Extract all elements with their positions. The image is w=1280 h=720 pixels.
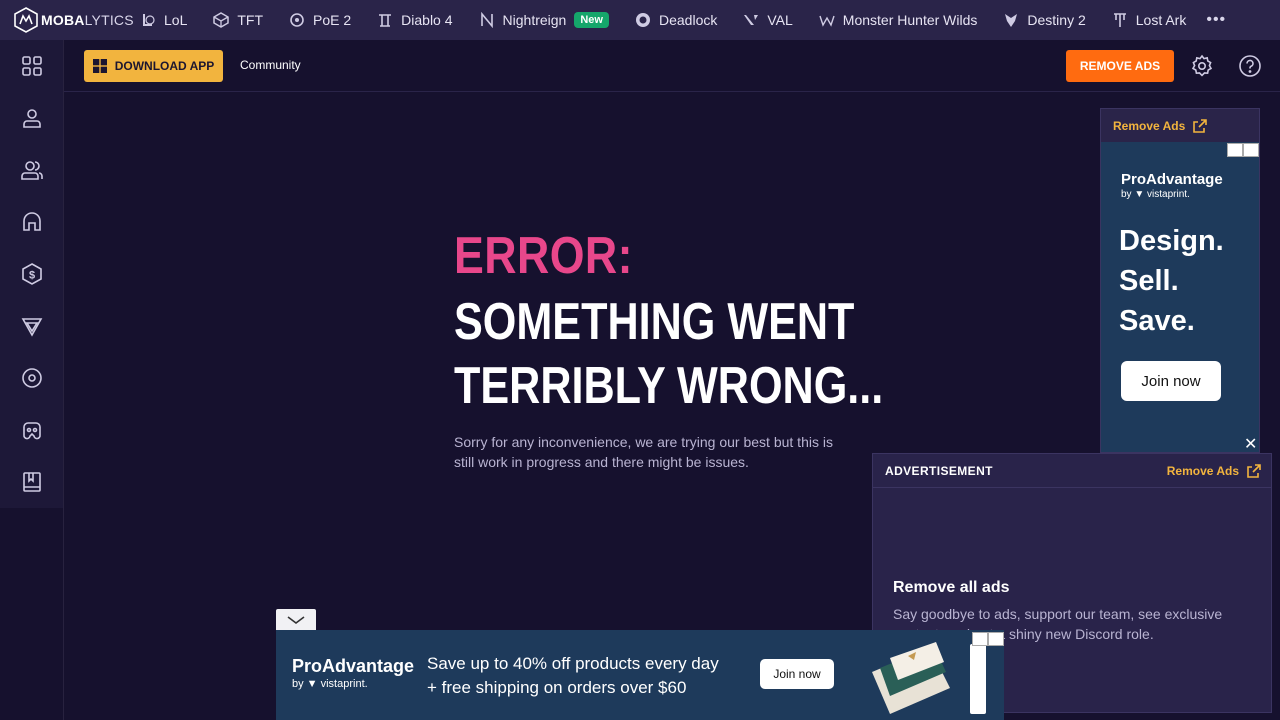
sidebar-premium[interactable]: $ <box>20 262 44 286</box>
helmet-icon <box>23 212 41 231</box>
external-link-icon <box>1193 118 1208 133</box>
tft-icon <box>213 12 230 28</box>
remove-ads-title: Remove all ads <box>893 579 1010 596</box>
sidebar-empty-area <box>0 508 63 720</box>
side-advertisement: Remove Ads ProAdvantage by ▼ vistaprint.… <box>1100 108 1260 453</box>
community-link[interactable]: Community <box>240 58 301 72</box>
grid-icon <box>22 56 42 76</box>
lol-icon <box>143 14 155 26</box>
sub-header: DOWNLOAD APP Community REMOVE ADS <box>64 40 1280 92</box>
adchoices-icon[interactable] <box>972 632 988 646</box>
panel-remove-ads-link[interactable]: Remove Ads <box>1167 464 1261 478</box>
error-heading: ERROR: <box>454 227 633 285</box>
left-sidebar: $ <box>0 40 64 720</box>
user-icon <box>23 109 41 128</box>
destiny-icon <box>1005 14 1018 27</box>
collapse-banner-button[interactable] <box>276 609 316 631</box>
ad-options-icon[interactable] <box>1243 143 1259 157</box>
nav-game-lol[interactable]: LoL <box>140 0 187 40</box>
svg-text:$: $ <box>29 270 35 282</box>
tier-icon <box>21 318 43 337</box>
product-cards-image <box>872 642 950 714</box>
advertisement-label: ADVERTISEMENT <box>885 463 993 478</box>
nav-game-destiny2[interactable]: Destiny 2 <box>1003 0 1086 40</box>
nav-game-poe2[interactable]: PoE 2 <box>289 0 351 40</box>
bottom-banner-ad: ProAdvantage by ▼ vistaprint. Save up to… <box>276 630 1004 720</box>
banner-brand: ProAdvantage <box>292 656 415 676</box>
help-icon[interactable] <box>1238 54 1262 78</box>
more-games-button[interactable]: ••• <box>1206 11 1226 29</box>
new-badge: New <box>574 12 609 28</box>
banner-join-button[interactable]: Join now <box>760 659 834 689</box>
download-app-button[interactable]: DOWNLOAD APP <box>84 50 223 82</box>
dollar-shield-icon: $ <box>22 263 42 285</box>
sidebar-media[interactable] <box>20 366 44 390</box>
side-ad-by: by ▼ vistaprint. <box>1121 189 1190 200</box>
side-ad-remove-link[interactable]: Remove Ads <box>1101 109 1259 142</box>
banner-headline: Save up to 40% off products every day + … <box>427 654 719 697</box>
deadlock-icon <box>635 13 650 27</box>
banner-by: by ▼ vistaprint. <box>292 678 368 690</box>
logo-text: MOBALYTICS <box>41 12 134 28</box>
diablo-icon <box>379 14 392 27</box>
banner-scroll-indicator <box>970 644 986 714</box>
sidebar-profile[interactable] <box>20 106 44 130</box>
nightreign-icon <box>480 12 493 28</box>
nav-game-val[interactable]: VAL <box>743 0 793 40</box>
nav-game-lost-ark[interactable]: Lost Ark <box>1112 0 1186 40</box>
windows-icon <box>92 59 107 73</box>
close-icon[interactable]: ✕ <box>1244 434 1257 454</box>
mobalytics-logo-icon <box>14 7 38 33</box>
nav-game-nightreign[interactable]: Nightreign New <box>479 0 609 40</box>
advertisement-panel-header: ADVERTISEMENT Remove Ads <box>873 454 1271 488</box>
poe-icon <box>290 13 304 27</box>
sidebar-builds[interactable] <box>20 210 44 234</box>
external-link-icon <box>1247 463 1261 478</box>
gear-icon[interactable] <box>1190 54 1214 78</box>
sidebar-apps[interactable] <box>20 54 44 78</box>
nav-game-monster-hunter-wilds[interactable]: Monster Hunter Wilds <box>819 0 977 40</box>
error-title: SOMETHING WENT TERRIBLY WRONG... <box>454 293 884 415</box>
sidebar-tiers[interactable] <box>20 314 44 338</box>
top-navigation: MOBALYTICS LoL TFT PoE 2 Diablo 4 Nightr… <box>0 0 1280 40</box>
monster-hunter-icon <box>819 15 835 27</box>
sidebar-gaming[interactable] <box>20 418 44 442</box>
nav-game-deadlock[interactable]: Deadlock <box>635 0 717 40</box>
adchoices-icon[interactable] <box>1227 143 1243 157</box>
controller-icon <box>23 422 41 440</box>
disc-icon <box>22 368 42 388</box>
mobalytics-logo[interactable]: MOBALYTICS <box>0 7 140 33</box>
valorant-icon <box>744 15 759 25</box>
remove-ads-button[interactable]: REMOVE ADS <box>1066 50 1174 82</box>
chevron-down-icon <box>287 616 305 624</box>
nav-game-tft[interactable]: TFT <box>213 0 263 40</box>
lost-ark-icon <box>1113 13 1126 27</box>
users-icon <box>21 161 43 180</box>
side-ad-headline: Design. Sell. Save. <box>1119 225 1224 337</box>
sidebar-guides[interactable] <box>20 470 44 494</box>
sidebar-friends[interactable] <box>20 158 44 182</box>
ad-options-icon[interactable] <box>988 632 1004 646</box>
book-icon <box>23 472 41 492</box>
side-ad-join-button[interactable]: Join now <box>1121 361 1221 401</box>
nav-game-diablo4[interactable]: Diablo 4 <box>377 0 453 40</box>
error-description: Sorry for any inconvenience, we are tryi… <box>454 434 833 470</box>
side-ad-brand: ProAdvantage <box>1121 171 1223 188</box>
